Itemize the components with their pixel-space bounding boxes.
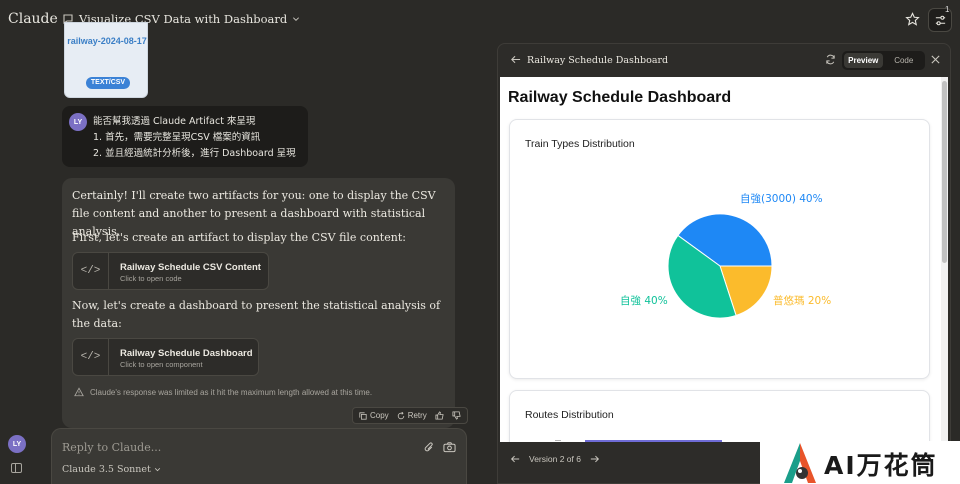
routes-card: Routes Distribution — xyxy=(509,390,930,442)
assistant-message: Certainly! I'll create two artifacts for… xyxy=(62,178,468,428)
code-icon: </> xyxy=(73,339,109,375)
file-name: railway-2024-08-17 xyxy=(67,36,147,46)
watermark-logo xyxy=(784,443,816,483)
pie-slice-label: 普悠瑪 20% xyxy=(773,294,831,307)
artifact-panel-title: Railway Schedule Dashboard xyxy=(527,55,669,66)
back-arrow-icon[interactable] xyxy=(510,54,521,65)
file-attachment[interactable]: railway-2024-08-17 TEXT/CSV xyxy=(64,22,148,98)
watermark-text: AI万花筒 xyxy=(824,451,938,480)
length-warning: Claude's response was limited as it hit … xyxy=(74,387,372,397)
model-name: Claude 3.5 Sonnet xyxy=(62,464,151,475)
retry-icon xyxy=(397,411,404,419)
route-axis-tick: — xyxy=(555,438,561,442)
tab-code[interactable]: Code xyxy=(885,53,924,68)
paperclip-icon[interactable] xyxy=(423,441,435,454)
reply-input[interactable] xyxy=(62,441,402,454)
warning-text: Claude's response was limited as it hit … xyxy=(90,387,373,397)
message-actions: Copy Retry xyxy=(352,407,468,424)
artifact-card-dashboard[interactable]: </> Railway Schedule Dashboard Click to … xyxy=(72,338,259,376)
artifact-card-csv[interactable]: </> Railway Schedule CSV Content Click t… xyxy=(72,252,269,290)
artifact-panel: Railway Schedule Dashboard Preview Code … xyxy=(497,43,951,484)
brand-logo[interactable]: Claude xyxy=(8,11,58,27)
sidebar-toggle-icon[interactable] xyxy=(11,463,22,473)
assistant-para-3: Now, let's create a dashboard to present… xyxy=(72,299,441,330)
train-types-card: Train Types Distribution 自強(3000) 40% 普悠瑪… xyxy=(509,119,930,379)
code-icon: </> xyxy=(73,253,109,289)
camera-icon[interactable] xyxy=(443,441,456,453)
dashboard-title: Railway Schedule Dashboard xyxy=(508,89,732,106)
train-types-pie-chart: 自強(3000) 40% 普悠瑪 20% 自強 40% xyxy=(620,192,831,319)
close-icon[interactable] xyxy=(930,54,941,65)
user-message: LY 能否幫我透過 Claude Artifact 來呈現 1. 首先，需要完整… xyxy=(62,106,308,167)
version-label: Version 2 of 6 xyxy=(529,454,581,464)
user-line-3: 2. 並且經過統計分析後，進行 Dashboard 呈現 xyxy=(93,148,296,159)
file-type-badge: TEXT/CSV xyxy=(86,77,130,89)
warning-icon xyxy=(74,387,84,397)
artifact-title: Railway Schedule CSV Content xyxy=(120,262,261,273)
pie-slice-label: 自強 40% xyxy=(620,294,668,307)
settings-badge: 1 xyxy=(945,5,950,14)
view-toggle: Preview Code xyxy=(842,51,925,70)
sliders-icon xyxy=(935,15,945,25)
account-avatar[interactable]: LY xyxy=(8,435,26,453)
pie-slice-label: 自強(3000) 40% xyxy=(740,192,823,205)
artifact-panel-header: Railway Schedule Dashboard Preview Code xyxy=(498,44,950,77)
copy-button[interactable]: Copy xyxy=(359,411,389,420)
copy-label: Copy xyxy=(370,411,389,420)
user-message-text: 能否幫我透過 Claude Artifact 來呈現 1. 首先，需要完整呈現C… xyxy=(93,114,296,162)
user-line-1: 能否幫我透過 Claude Artifact 來呈現 xyxy=(93,116,256,127)
card-title: Routes Distribution xyxy=(525,409,614,421)
artifact-subtitle: Click to open code xyxy=(120,274,182,283)
user-line-2: 1. 首先，需要完整呈現CSV 檔案的資訊 xyxy=(93,132,261,143)
scrollbar[interactable] xyxy=(941,77,948,442)
artifact-preview: Railway Schedule Dashboard Train Types D… xyxy=(500,77,948,442)
watermark: AI万花筒 xyxy=(760,441,960,484)
tab-preview[interactable]: Preview xyxy=(844,53,883,68)
user-avatar: LY xyxy=(69,113,87,131)
next-version-icon[interactable] xyxy=(590,454,600,464)
previous-version-icon[interactable] xyxy=(510,454,520,464)
retry-label: Retry xyxy=(407,411,427,420)
chevron-down-icon xyxy=(293,17,300,21)
chevron-down-icon xyxy=(154,468,160,472)
model-selector[interactable]: Claude 3.5 Sonnet xyxy=(62,464,161,475)
thumbs-up-icon[interactable] xyxy=(435,411,444,420)
retry-button[interactable]: Retry xyxy=(397,411,427,420)
star-icon[interactable] xyxy=(905,12,920,27)
thumbs-down-icon[interactable] xyxy=(452,411,461,420)
copy-icon xyxy=(359,411,367,420)
refresh-icon[interactable] xyxy=(825,54,836,65)
route-bar xyxy=(585,440,722,442)
composer: Claude 3.5 Sonnet xyxy=(51,428,467,484)
artifact-title: Railway Schedule Dashboard xyxy=(120,348,253,359)
assistant-para-2: First, let's create an artifact to displ… xyxy=(72,231,406,244)
artifact-subtitle: Click to open component xyxy=(120,360,203,369)
scrollbar-thumb[interactable] xyxy=(942,81,947,263)
